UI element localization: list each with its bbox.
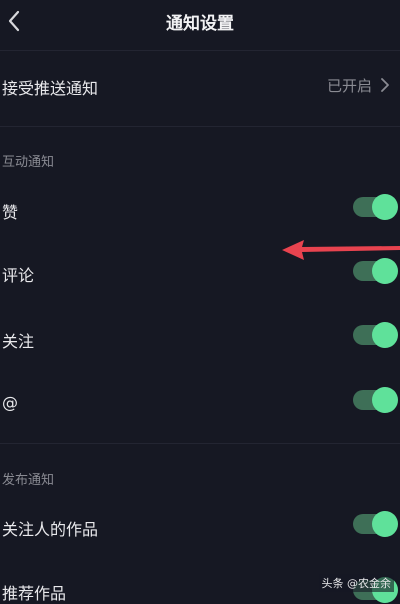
page-title: 通知设置	[166, 14, 234, 34]
setting-label-comment: 评论	[2, 266, 35, 285]
divider	[0, 443, 400, 444]
annotation-arrow-icon	[282, 240, 400, 260]
setting-label-follow: 关注	[2, 332, 35, 351]
section-label-publish: 发布通知	[2, 473, 55, 488]
toggle-followed-works[interactable]	[353, 511, 398, 537]
setting-label-recommended-works: 推荐作品	[2, 584, 67, 603]
toggle-knob	[372, 511, 398, 537]
divider	[0, 50, 400, 51]
chevron-right-icon	[381, 78, 389, 92]
toggle-knob	[372, 322, 398, 348]
setting-label-mention: @	[2, 393, 18, 412]
toggle-follow[interactable]	[353, 322, 398, 348]
setting-label-like: 赞	[2, 203, 19, 222]
toggle-knob	[372, 194, 398, 220]
toggle-comment[interactable]	[353, 258, 398, 284]
divider	[0, 126, 400, 127]
section-label-interaction: 互动通知	[2, 155, 55, 170]
setting-label-followed-works: 关注人的作品	[2, 520, 99, 539]
push-notification-label: 接受推送通知	[2, 79, 99, 98]
toggle-like[interactable]	[353, 194, 398, 220]
toggle-knob	[372, 387, 398, 413]
watermark: 头条 @农金余	[318, 574, 394, 592]
toggle-mention[interactable]	[353, 387, 398, 413]
push-notification-status: 已开启	[326, 77, 372, 95]
header-bar: 通知设置	[0, 0, 400, 44]
